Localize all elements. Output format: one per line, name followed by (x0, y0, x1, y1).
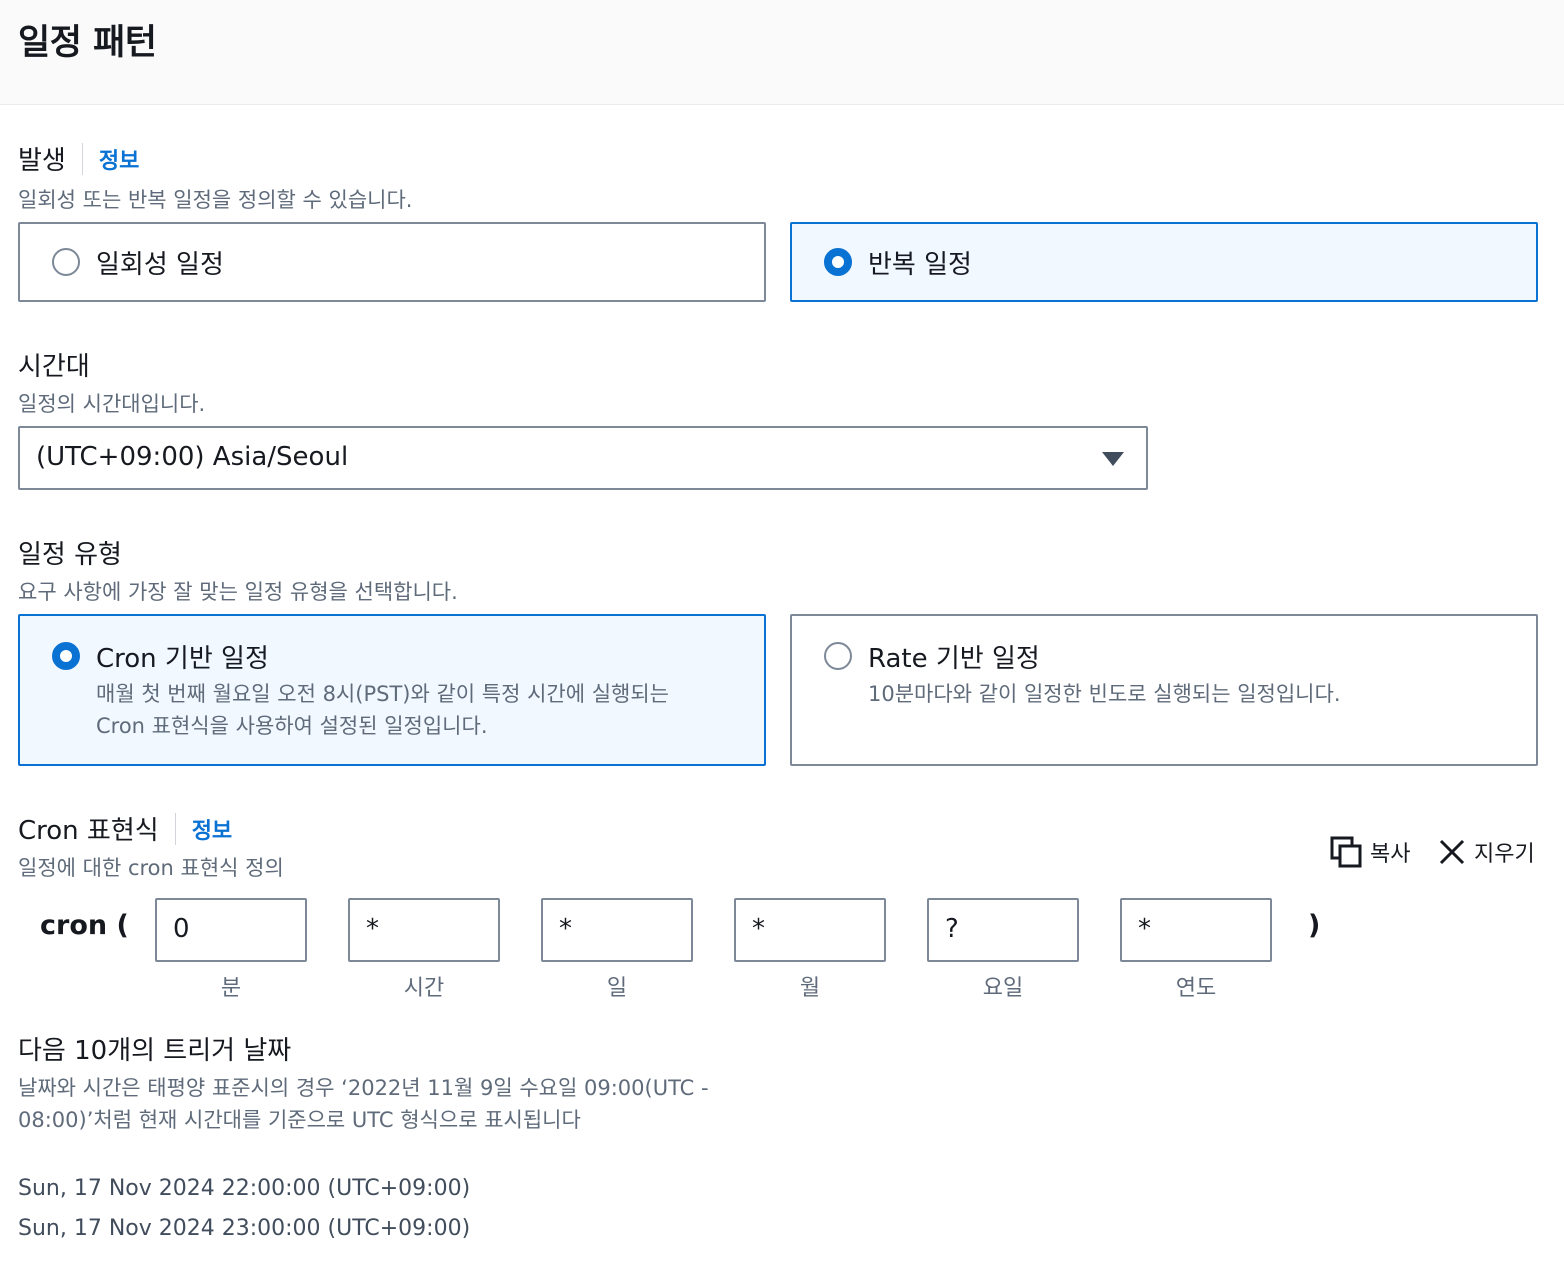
cron-day-of-month-label: 일 (606, 976, 628, 1001)
rate-radio[interactable] (824, 642, 852, 670)
cron-year-value: * (1138, 914, 1151, 944)
cron-label: Cron 표현식 (18, 816, 159, 846)
cron-minutes-value: 0 (173, 914, 190, 944)
trigger-date-item: Sun, 17 Nov 2024 23:00:00 (UTC+09:00) (18, 1216, 471, 1241)
trigger-dates-description-line2: 08:00)’처럼 현재 시간대를 기준으로 UTC 형식으로 표시됩니다 (18, 1108, 581, 1132)
occurrence-heading: 발생 정보 (18, 140, 139, 177)
cron-month-label: 월 (799, 976, 821, 1001)
one-time-schedule-option[interactable]: 일회성 일정 (18, 222, 766, 302)
cron-prefix: cron ( (40, 910, 129, 941)
recurring-label: 반복 일정 (868, 250, 972, 280)
cron-info-link[interactable]: 정보 (192, 813, 232, 845)
copy-icon (1330, 836, 1362, 868)
recurring-radio[interactable] (824, 248, 852, 276)
page-header: 일정 패턴 (0, 0, 1564, 105)
cron-minutes-input[interactable]: 0 (155, 898, 307, 962)
occurrence-info-link[interactable]: 정보 (99, 143, 139, 175)
one-time-label: 일회성 일정 (96, 250, 224, 280)
cron-option-description-line2: Cron 표현식을 사용하여 설정된 일정입니다. (96, 714, 488, 738)
cron-hours-value: * (366, 914, 379, 944)
clear-label: 지우기 (1474, 842, 1535, 867)
trigger-date-item: Sun, 17 Nov 2024 22:00:00 (UTC+09:00) (18, 1176, 471, 1201)
cron-hours-label: 시간 (403, 976, 445, 1001)
divider (174, 812, 176, 845)
cron-radio[interactable] (52, 642, 80, 670)
occurrence-description: 일회성 또는 반복 일정을 정의할 수 있습니다. (18, 188, 413, 212)
rate-option-description: 10분마다와 같이 일정한 빈도로 실행되는 일정입니다. (868, 682, 1341, 706)
cron-heading: Cron 표현식 정보 (18, 810, 232, 847)
timezone-description: 일정의 시간대입니다. (18, 392, 206, 416)
schedule-type-label: 일정 유형 (18, 540, 122, 570)
cron-year-input[interactable]: * (1120, 898, 1272, 962)
cron-day-of-month-input[interactable]: * (541, 898, 693, 962)
occurrence-label: 발생 (18, 146, 66, 176)
page-title: 일정 패턴 (18, 23, 157, 63)
trigger-dates-description: 날짜와 시간은 태평양 표준시의 경우 ‘2022년 11월 9일 수요일 09… (18, 1072, 709, 1136)
cron-description: 일정에 대한 cron 표현식 정의 (18, 856, 284, 880)
timezone-value: (UTC+09:00) Asia/Seoul (36, 442, 349, 472)
cron-hours-input[interactable]: * (348, 898, 500, 962)
timezone-select[interactable]: (UTC+09:00) Asia/Seoul (18, 426, 1148, 490)
trigger-dates-description-line1: 날짜와 시간은 태평양 표준시의 경우 ‘2022년 11월 9일 수요일 09… (18, 1076, 709, 1100)
rate-option-label: Rate 기반 일정 (868, 644, 1040, 674)
cron-day-of-week-value: ? (945, 914, 959, 944)
trigger-dates-label: 다음 10개의 트리거 날짜 (18, 1036, 292, 1066)
cron-suffix: ) (1308, 910, 1321, 941)
cron-month-input[interactable]: * (734, 898, 886, 962)
cron-day-of-week-label: 요일 (982, 976, 1024, 1001)
timezone-label: 시간대 (18, 352, 90, 382)
cron-schedule-option[interactable]: Cron 기반 일정 매월 첫 번째 월요일 오전 8시(PST)와 같이 특정… (18, 614, 766, 766)
cron-option-description-line1: 매월 첫 번째 월요일 오전 8시(PST)와 같이 특정 시간에 실행되는 (96, 682, 670, 706)
close-icon (1439, 839, 1465, 865)
cron-minutes-label: 분 (220, 976, 242, 1001)
divider (81, 142, 83, 175)
cron-month-value: * (752, 914, 765, 944)
cron-option-label: Cron 기반 일정 (96, 644, 269, 674)
cron-day-of-week-input[interactable]: ? (927, 898, 1079, 962)
recurring-schedule-option[interactable]: 반복 일정 (790, 222, 1538, 302)
cron-year-label: 연도 (1175, 976, 1217, 1001)
schedule-type-description: 요구 사항에 가장 잘 맞는 일정 유형을 선택합니다. (18, 580, 458, 604)
caret-down-icon (1102, 452, 1124, 466)
cron-day-of-month-value: * (559, 914, 572, 944)
copy-button[interactable]: 복사 (1330, 836, 1410, 868)
rate-schedule-option[interactable]: Rate 기반 일정 10분마다와 같이 일정한 빈도로 실행되는 일정입니다. (790, 614, 1538, 766)
clear-button[interactable]: 지우기 (1438, 836, 1535, 868)
copy-label: 복사 (1370, 842, 1411, 867)
cron-option-description: 매월 첫 번째 월요일 오전 8시(PST)와 같이 특정 시간에 실행되는 C… (96, 678, 669, 742)
one-time-radio[interactable] (52, 248, 80, 276)
